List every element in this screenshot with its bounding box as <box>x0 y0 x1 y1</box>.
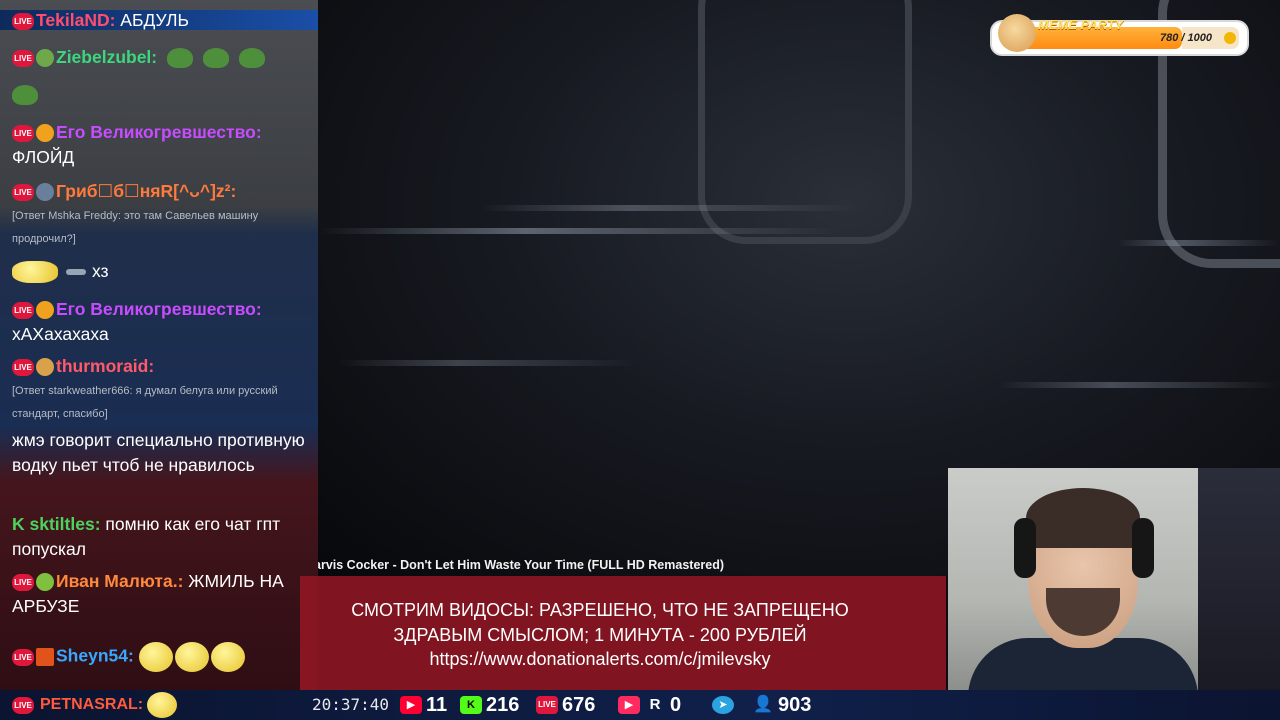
youtube-count: 11 <box>426 694 448 716</box>
video-light-streak <box>338 360 638 366</box>
kick-icon: K <box>460 696 482 714</box>
live-icon: LIVE <box>12 301 34 319</box>
video-title: arvis Cocker - Don't Let Him Waste Your … <box>318 558 725 572</box>
badge-icon <box>36 358 54 377</box>
meme-party-widget: MEME PARTY 780 / 1000 <box>992 14 1247 54</box>
banner-line: СМОТРИМ ВИДОСЫ: РАЗРЕШЕНО, ЧТО НЕ ЗАПРЕЩ… <box>351 600 849 620</box>
webcam-background <box>1198 468 1280 690</box>
video-light-streak <box>318 228 838 234</box>
live-icon: LIVE <box>12 12 34 30</box>
knife-emote-icon <box>66 269 86 276</box>
clock: 20:37:40 <box>312 695 390 714</box>
meme-party-title: MEME PARTY <box>1038 17 1124 32</box>
coin-icon <box>1224 32 1236 44</box>
badge-icon <box>36 183 54 202</box>
headphones-icon <box>1014 518 1036 578</box>
chat-message: LIVE Иван Малюта.: ЖМИЛЬ НА АРБУЗЕ <box>12 569 312 619</box>
frog-badge-icon <box>36 49 54 68</box>
video-light-streak <box>478 205 858 211</box>
laugh-emote-icon <box>174 642 209 672</box>
kick-icon: K <box>12 514 25 534</box>
chat-text: ФЛОЙД <box>12 147 75 167</box>
chat-nick: thurmoraid: <box>56 356 155 376</box>
chat-nick: Sheyn54: <box>56 645 134 666</box>
telegram-icon: ➤ <box>712 696 734 714</box>
video-light-streak <box>998 382 1280 388</box>
viewers-count: 903 <box>778 694 812 716</box>
frog-emote-icon <box>203 48 229 69</box>
chat-nick: Ziebelzubel: <box>56 47 158 67</box>
chat-nick: Гриб☐б☐няR[^ᴗ^]z²: <box>56 181 237 201</box>
live-count: 676 <box>562 694 596 716</box>
kick-count: 216 <box>486 694 520 716</box>
meme-party-count: 780 / 1000 <box>1160 32 1212 44</box>
pepe-badge-icon <box>36 124 54 143</box>
frog-emote-icon <box>167 48 193 69</box>
emote-icon <box>147 692 178 718</box>
badge-icon <box>36 648 54 666</box>
banner-line: ЗДРАВЫМ СМЫСЛОМ; 1 МИНУТА - 200 РУБЛЕЙ <box>393 624 807 645</box>
rutube-icon: R <box>649 696 661 713</box>
chat-message: LIVE Его Великогревшество: <box>12 120 262 145</box>
rutube-play-icon: ▶ <box>618 696 640 714</box>
rutube-stat: ▶ R0 <box>618 694 681 716</box>
badge-icon <box>36 573 54 592</box>
chat-reply: [Ответ Mshka Freddy: это там Савельев ма… <box>12 210 259 245</box>
webcam-feed <box>948 468 1198 690</box>
live-icon: LIVE <box>12 648 34 666</box>
chat-nick: Иван Малюта.: <box>56 571 184 591</box>
chat-message: хз <box>12 259 109 284</box>
live-icon: LIVE <box>12 696 34 714</box>
donation-banner-text: СМОТРИМ ВИДОСЫ: РАЗРЕШЕНО, ЧТО НЕ ЗАПРЕЩ… <box>300 598 900 672</box>
laugh-emote-icon <box>138 642 173 672</box>
laugh-emote-icon <box>210 642 245 672</box>
chat-nick: TekilaND: <box>36 10 116 30</box>
telegram-stat: ➤ <box>712 694 734 716</box>
chat-text: хз <box>92 261 109 281</box>
chat-message: LIVE thurmoraid: <box>12 354 154 379</box>
blob-emote-icon <box>12 261 58 284</box>
chat-message: LIVE Гриб☐б☐няR[^ᴗ^]z²: <box>12 179 236 204</box>
pepe-badge-icon <box>36 301 54 320</box>
live-icon: LIVE <box>12 573 34 591</box>
status-bar: LIVE PETNASRAL: 20:37:40 ▶ 11 K 216 LIVE 67… <box>0 690 1280 720</box>
chat-last-user: LIVE PETNASRAL: <box>12 692 179 718</box>
doge-icon <box>998 14 1036 52</box>
youtube-icon: ▶ <box>400 696 422 714</box>
chat-message: LIVE Ziebelzubel: <box>12 45 270 70</box>
chat-message: K sktiltles: помню как его чат гпт попус… <box>12 512 312 562</box>
chat-text: жмэ говорит специально противную водку п… <box>12 430 305 475</box>
donation-link[interactable]: https://www.donationalerts.com/c/jmilevs… <box>300 647 900 672</box>
vk-live-stat: LIVE 676 <box>536 694 595 716</box>
headphones-icon <box>1132 518 1154 578</box>
chat-nick: Его Великогревшество: <box>56 299 262 319</box>
live-icon: LIVE <box>12 358 34 376</box>
chat-nick: PETNASRAL: <box>40 696 144 713</box>
chat-nick: sktiltles: <box>29 514 101 534</box>
live-icon: LIVE <box>12 49 34 67</box>
frog-emote-icon <box>239 48 265 69</box>
chat-reply: [Ответ starkweather666: я думал белуга и… <box>12 385 278 420</box>
chat-text: хАХахахаха <box>12 324 109 344</box>
kick-stat: K 216 <box>460 694 519 716</box>
chat-message: LIVE Его Великогревшество: <box>12 297 262 322</box>
youtube-stat: ▶ 11 <box>400 694 447 716</box>
chat-message: LIVE Sheyn54: <box>12 642 247 672</box>
viewers-stat: 👤 903 <box>752 694 811 716</box>
frog-emote-icon <box>12 85 38 106</box>
webcam-person <box>1026 488 1140 548</box>
chat-panel: LIVE TekilaND: АБДУЛЬ LIVE Ziebelzubel: LI… <box>0 0 318 690</box>
chat-message-cont <box>12 82 43 107</box>
live-icon: LIVE <box>12 183 34 201</box>
person-icon: 👤 <box>753 696 773 713</box>
video-light-streak <box>1118 240 1280 246</box>
chat-message: LIVE TekilaND: АБДУЛЬ <box>12 8 189 33</box>
live-icon: LIVE <box>536 696 558 714</box>
rutube-count: 0 <box>670 694 682 716</box>
chat-text: АБДУЛЬ <box>120 10 190 30</box>
live-icon: LIVE <box>12 124 34 142</box>
chat-nick: Его Великогревшество: <box>56 122 262 142</box>
